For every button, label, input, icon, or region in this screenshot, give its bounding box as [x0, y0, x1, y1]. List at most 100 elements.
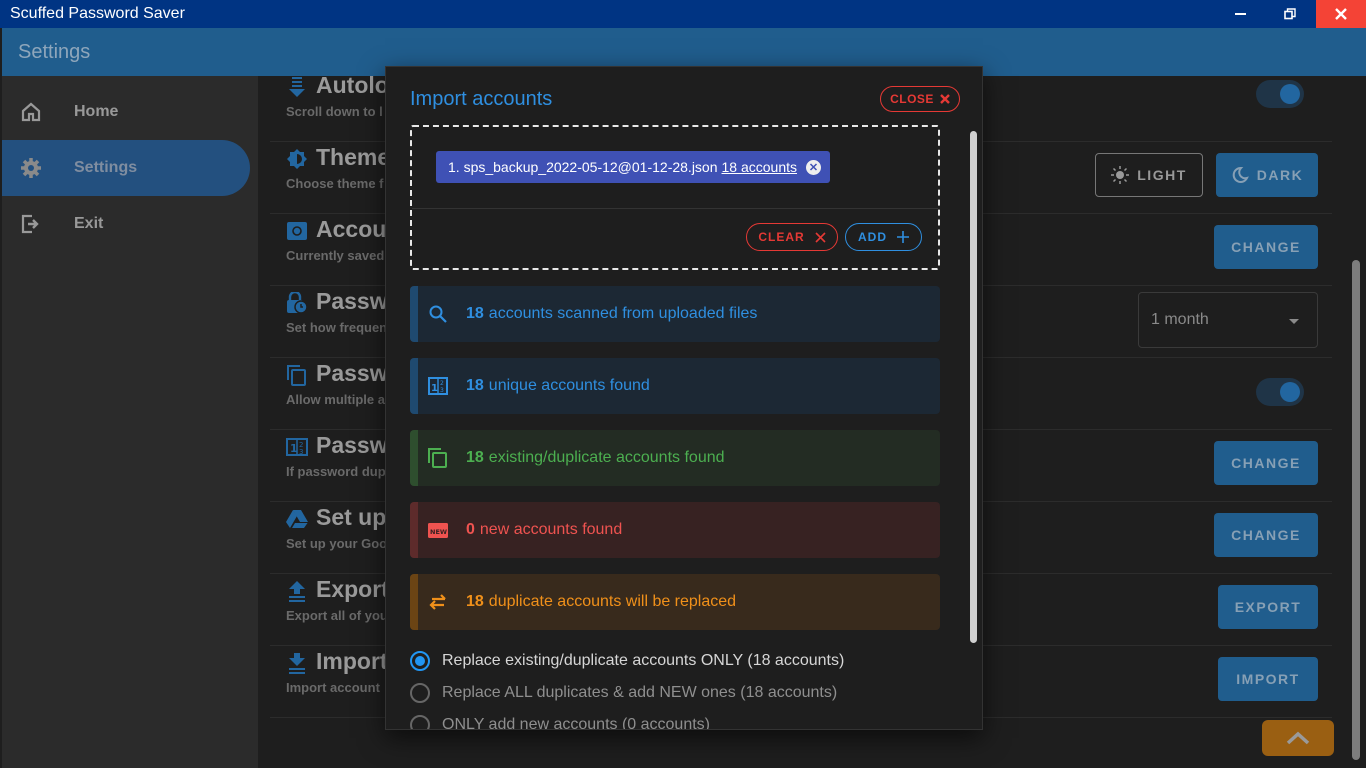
window-titlebar: Scuffed Password Saver: [0, 0, 1366, 28]
home-icon: [21, 102, 41, 122]
setting-subtitle: Choose theme f: [286, 176, 384, 191]
setting-title: Theme: [316, 144, 391, 170]
search-icon: [429, 305, 447, 323]
svg-text:NEW: NEW: [430, 528, 447, 536]
option-label: ONLY add new accounts (0 accounts): [442, 716, 710, 730]
svg-text:1: 1: [431, 383, 438, 394]
svg-text:1: 1: [290, 442, 298, 455]
option-replace-duplicates-only[interactable]: Replace existing/duplicate accounts ONLY…: [410, 649, 844, 673]
setting-title: Export: [316, 576, 389, 602]
dark-theme-button[interactable]: DARK: [1216, 153, 1318, 197]
sidebar-item-settings[interactable]: Settings: [2, 140, 250, 196]
close-window-button[interactable]: [1316, 0, 1366, 28]
theme-icon: [287, 149, 307, 169]
autoload-toggle[interactable]: [1256, 80, 1304, 108]
setting-title: Passw: [316, 288, 388, 314]
chevron-down-icon: [1289, 319, 1299, 324]
download-arrow-icon: [289, 77, 305, 97]
file-name: 1. sps_backup_2022-05-12@01-12-28.json: [448, 159, 718, 175]
close-icon: [940, 94, 950, 104]
main-scrollbar[interactable]: [1352, 260, 1360, 760]
select-value: 1 month: [1151, 311, 1209, 328]
password-expiry-select[interactable]: 1 month: [1138, 292, 1318, 348]
exit-icon: [21, 214, 39, 234]
page-title: Settings: [18, 41, 91, 63]
sidebar-item-label: Exit: [74, 215, 104, 232]
stat-unique: 123 18 unique accounts found: [410, 358, 940, 414]
radio-unselected-icon[interactable]: [410, 715, 430, 729]
add-files-button[interactable]: ADD: [845, 223, 922, 251]
file-dropzone[interactable]: 1. sps_backup_2022-05-12@01-12-28.json 1…: [410, 125, 940, 270]
stat-text: existing/duplicate accounts found: [488, 449, 725, 466]
stat-duplicates: 18 existing/duplicate accounts found: [410, 430, 940, 486]
stat-text: new accounts found: [479, 521, 623, 538]
clear-files-button[interactable]: CLEAR: [746, 223, 838, 251]
dark-label: DARK: [1256, 167, 1304, 183]
radio-selected-icon[interactable]: [410, 651, 430, 671]
setting-subtitle: Currently saved: [286, 248, 385, 263]
setting-subtitle: Import account: [286, 680, 380, 695]
scroll-to-top-button[interactable]: [1262, 720, 1334, 756]
sidebar-item-label: Settings: [74, 159, 138, 176]
svg-text:3: 3: [440, 387, 444, 394]
sidebar-item-exit[interactable]: Exit: [2, 196, 250, 252]
setting-title: Autolo: [316, 72, 389, 98]
change-duplicate-action-button[interactable]: CHANGE: [1214, 441, 1318, 485]
sun-icon: [1111, 166, 1130, 184]
setting-title: Set up: [316, 504, 387, 530]
import-button[interactable]: IMPORT: [1218, 657, 1318, 701]
allow-duplicates-toggle[interactable]: [1256, 378, 1304, 406]
setting-title: Passw: [316, 360, 388, 386]
file-account-count-link[interactable]: 18 accounts: [722, 159, 798, 175]
safe-icon: [287, 222, 307, 240]
plus-icon: [897, 231, 909, 243]
radio-unselected-icon[interactable]: [410, 683, 430, 703]
dialog-scrollbar[interactable]: [970, 131, 977, 643]
change-google-drive-button[interactable]: CHANGE: [1214, 513, 1318, 557]
stat-replaced: 18 duplicate accounts will be replaced: [410, 574, 940, 630]
option-label: Replace existing/duplicate accounts ONLY…: [442, 652, 845, 669]
restore-button[interactable]: [1267, 0, 1313, 28]
light-label: LIGHT: [1137, 167, 1187, 183]
dialog-close-button[interactable]: CLOSE: [880, 86, 960, 112]
stat-count: 0: [466, 521, 475, 538]
option-only-add-new[interactable]: ONLY add new accounts (0 accounts): [410, 713, 710, 730]
dropzone-divider: [412, 208, 938, 209]
window-title: Scuffed Password Saver: [10, 5, 185, 22]
sidebar-item-home[interactable]: Home: [2, 84, 250, 140]
close-icon: [815, 231, 826, 243]
restore-icon: [1284, 8, 1296, 20]
option-label: Replace ALL duplicates & add NEW ones (1…: [442, 684, 838, 701]
stat-text: unique accounts found: [488, 377, 650, 394]
light-theme-button[interactable]: LIGHT: [1095, 153, 1203, 197]
remove-file-icon[interactable]: ✕: [806, 160, 821, 175]
stat-scanned: 18 accounts scanned from uploaded files: [410, 286, 940, 342]
change-accounts-button[interactable]: CHANGE: [1214, 225, 1318, 269]
close-icon: [1335, 8, 1347, 20]
stat-count: 18: [466, 593, 484, 610]
copy-icon: [287, 365, 306, 386]
stat-new: NEW 0 new accounts found: [410, 502, 940, 558]
stat-count: 18: [466, 377, 484, 394]
copy-icon: [428, 448, 447, 468]
export-button[interactable]: EXPORT: [1218, 585, 1318, 629]
stat-count: 18: [466, 305, 484, 322]
option-replace-all-and-add-new[interactable]: Replace ALL duplicates & add NEW ones (1…: [410, 681, 837, 705]
setting-title: Import: [316, 648, 388, 674]
swap-icon: [429, 594, 446, 610]
moon-icon: [1232, 166, 1249, 183]
setting-subtitle: Set how frequen: [286, 320, 388, 335]
stat-text: duplicate accounts will be replaced: [488, 593, 737, 610]
dialog-title: Import accounts: [410, 88, 553, 110]
file-chip: 1. sps_backup_2022-05-12@01-12-28.json 1…: [436, 151, 830, 183]
numbers-icon: 1 23: [428, 377, 448, 395]
minimize-icon: [1235, 13, 1246, 15]
sidebar-item-label: Home: [74, 103, 119, 120]
setting-title: Passw: [316, 432, 388, 458]
chevron-up-icon: [1286, 731, 1310, 745]
upload-icon: [289, 581, 305, 602]
minimize-button[interactable]: [1218, 0, 1264, 28]
setting-subtitle: Scroll down to l: [286, 104, 383, 119]
google-drive-icon: [286, 510, 308, 528]
new-badge-icon: NEW: [428, 523, 448, 538]
